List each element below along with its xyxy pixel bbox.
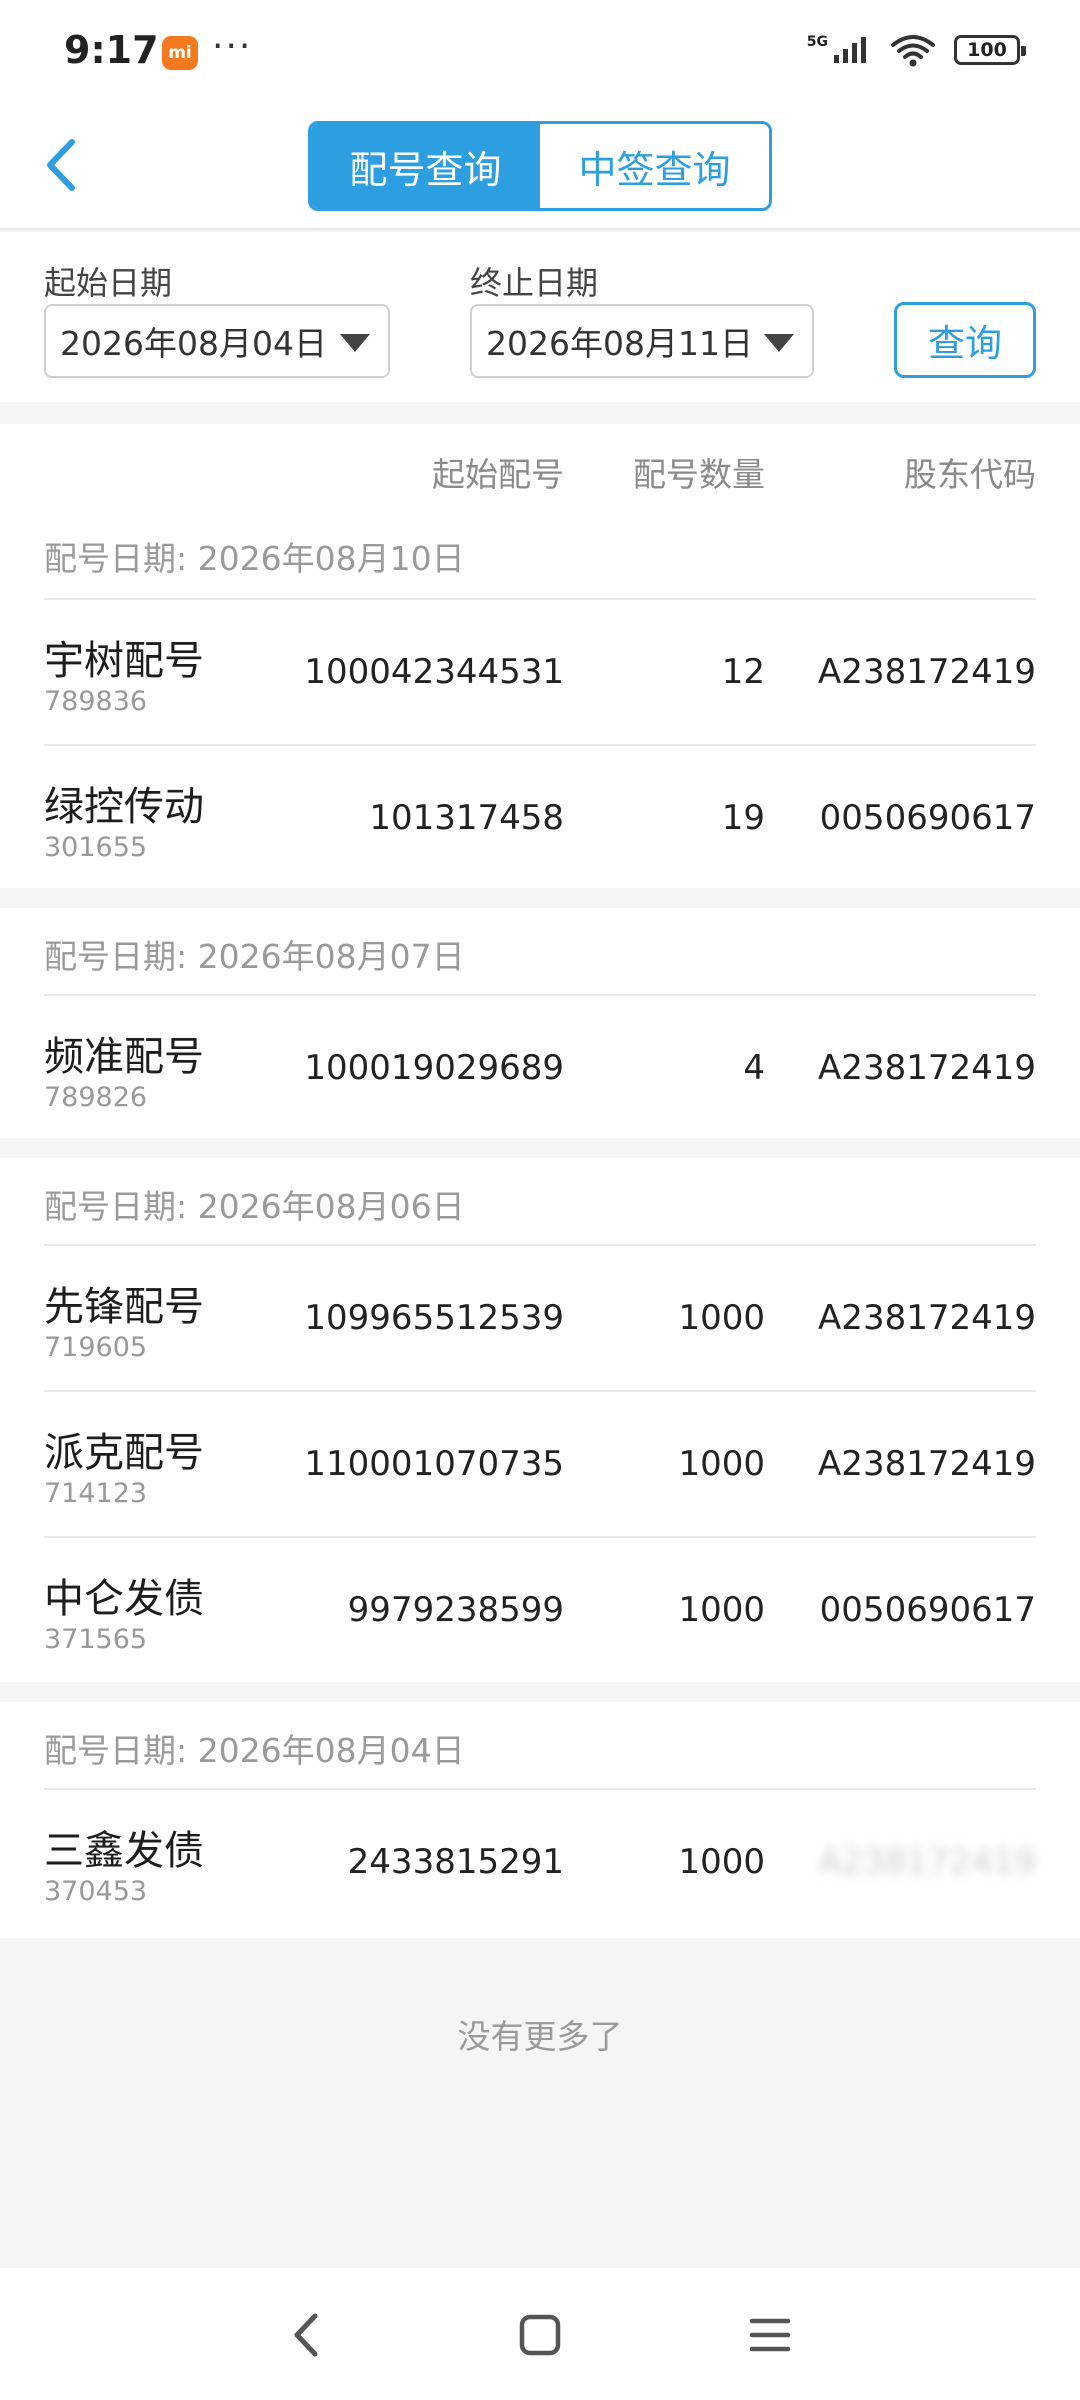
stock-name: 先锋配号 bbox=[44, 1284, 204, 1330]
list-item[interactable]: 绿控传动 301655 101317458 19 0050690617 bbox=[0, 746, 1080, 892]
account-code: A238172419 bbox=[818, 1444, 1036, 1484]
date-filter: 起始日期 2026年08月04日 终止日期 2026年08月11日 查询 bbox=[0, 232, 1080, 402]
date-group: 配号日期: 2026年08月06日 先锋配号 719605 1099655125… bbox=[0, 1158, 1080, 1682]
start-date-label: 起始日期 bbox=[44, 264, 173, 302]
stock-name: 绿控传动 bbox=[44, 784, 204, 830]
stock-code: 719605 bbox=[44, 1332, 148, 1363]
account-code: A238172419 bbox=[818, 1298, 1036, 1338]
stock-code: 714123 bbox=[44, 1478, 148, 1509]
status-bar: 9:17 mi ··· 5G 100 bbox=[0, 0, 1080, 100]
stock-code: 789836 bbox=[44, 686, 148, 717]
account-code-obscured: A238172419 bbox=[818, 1842, 1036, 1882]
back-button[interactable] bbox=[30, 130, 100, 200]
stock-code: 371565 bbox=[44, 1624, 148, 1655]
stock-name: 宇树配号 bbox=[44, 638, 204, 684]
list-item[interactable]: 频准配号 789826 100019029689 4 A238172419 bbox=[0, 996, 1080, 1142]
tab-allotment-query[interactable]: 配号查询 bbox=[311, 124, 540, 208]
account-code: 0050690617 bbox=[819, 798, 1036, 838]
group-date-label: 配号日期: 2026年08月04日 bbox=[44, 1731, 465, 1770]
list-item[interactable]: 先锋配号 719605 109965512539 1000 A238172419 bbox=[0, 1246, 1080, 1392]
network-type: 5G bbox=[806, 34, 828, 50]
system-nav-bar bbox=[0, 2268, 1080, 2400]
query-type-tabs: 配号查询 中签查询 bbox=[308, 121, 772, 211]
stock-name: 中仑发债 bbox=[44, 1576, 204, 1622]
account-code: A238172419 bbox=[818, 652, 1036, 692]
date-group: 配号日期: 2026年08月04日 三鑫发债 370453 2433815291… bbox=[0, 1702, 1080, 1938]
stock-code: 301655 bbox=[44, 832, 148, 863]
start-number: 110001070735 bbox=[304, 1444, 564, 1484]
quantity: 4 bbox=[743, 1048, 765, 1088]
start-number: 101317458 bbox=[369, 798, 564, 838]
stock-name: 频准配号 bbox=[44, 1034, 204, 1080]
dropdown-arrow-icon bbox=[764, 334, 794, 352]
dropdown-arrow-icon bbox=[340, 334, 370, 352]
signal-icon bbox=[834, 37, 866, 63]
quantity: 12 bbox=[721, 652, 765, 692]
more-notifications-icon: ··· bbox=[212, 26, 253, 67]
query-button[interactable]: 查询 bbox=[894, 302, 1036, 378]
date-group: 配号日期: 2026年08月10日 宇树配号 789836 1000423445… bbox=[0, 514, 1080, 888]
group-date-label: 配号日期: 2026年08月10日 bbox=[44, 539, 465, 578]
column-quantity: 配号数量 bbox=[633, 455, 765, 494]
stock-name: 三鑫发债 bbox=[44, 1828, 204, 1874]
end-date-select[interactable]: 2026年08月11日 bbox=[470, 304, 814, 378]
header: 配号查询 中签查询 bbox=[0, 100, 1080, 230]
end-date-value: 2026年08月11日 bbox=[486, 324, 753, 363]
start-date-value: 2026年08月04日 bbox=[60, 324, 327, 363]
date-group: 配号日期: 2026年08月07日 频准配号 789826 1000190296… bbox=[0, 908, 1080, 1138]
mi-app-icon: mi bbox=[162, 36, 198, 70]
status-time: 9:17 bbox=[64, 28, 159, 72]
allotment-list: 起始配号 配号数量 股东代码 配号日期: 2026年08月10日 宇树配号 78… bbox=[0, 424, 1080, 1938]
start-number: 2433815291 bbox=[347, 1842, 564, 1882]
quantity: 1000 bbox=[678, 1590, 765, 1630]
tab-winning-query[interactable]: 中签查询 bbox=[540, 124, 769, 208]
quantity: 1000 bbox=[678, 1444, 765, 1484]
end-of-list-text: 没有更多了 bbox=[457, 2017, 623, 2056]
column-account: 股东代码 bbox=[904, 455, 1036, 494]
start-date-select[interactable]: 2026年08月04日 bbox=[44, 304, 390, 378]
quantity: 1000 bbox=[678, 1298, 765, 1338]
list-item[interactable]: 宇树配号 789836 100042344531 12 A238172419 bbox=[0, 600, 1080, 746]
menu-icon bbox=[749, 2318, 791, 2352]
account-code: A238172419 bbox=[818, 1048, 1036, 1088]
end-date-label: 终止日期 bbox=[470, 264, 599, 302]
status-indicators: 5G 100 bbox=[806, 28, 1026, 72]
column-start-number: 起始配号 bbox=[432, 455, 564, 494]
back-icon bbox=[294, 2313, 318, 2357]
nav-menu-button[interactable] bbox=[735, 2300, 805, 2370]
list-item[interactable]: 派克配号 714123 110001070735 1000 A238172419 bbox=[0, 1392, 1080, 1538]
nav-home-button[interactable] bbox=[505, 2300, 575, 2370]
list-item[interactable]: 三鑫发债 370453 2433815291 1000 A238172419 bbox=[0, 1790, 1080, 1936]
nav-back-button[interactable] bbox=[272, 2300, 342, 2370]
start-number: 100042344531 bbox=[304, 652, 564, 692]
stock-name: 派克配号 bbox=[44, 1430, 204, 1476]
wifi-icon bbox=[891, 35, 935, 67]
stock-code: 370453 bbox=[44, 1876, 148, 1907]
chevron-left-icon bbox=[47, 139, 75, 191]
group-date-label: 配号日期: 2026年08月06日 bbox=[44, 1187, 465, 1226]
stock-code: 789826 bbox=[44, 1082, 148, 1113]
home-icon bbox=[519, 2314, 561, 2356]
group-date-label: 配号日期: 2026年08月07日 bbox=[44, 937, 465, 976]
start-number: 100019029689 bbox=[304, 1048, 564, 1088]
battery-icon: 100 bbox=[954, 35, 1026, 65]
list-item[interactable]: 中仑发债 371565 9979238599 1000 0050690617 bbox=[0, 1538, 1080, 1684]
start-number: 9979238599 bbox=[347, 1590, 564, 1630]
account-code: 0050690617 bbox=[819, 1590, 1036, 1630]
quantity: 1000 bbox=[678, 1842, 765, 1882]
start-number: 109965512539 bbox=[304, 1298, 564, 1338]
quantity: 19 bbox=[721, 798, 765, 838]
